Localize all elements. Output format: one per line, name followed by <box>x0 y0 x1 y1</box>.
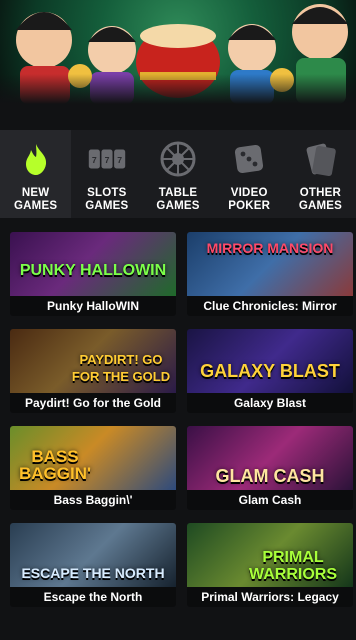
game-title: Glam Cash <box>187 490 353 510</box>
game-logo: ESCAPE THE NORTH <box>21 565 165 581</box>
game-title: Galaxy Blast <box>187 393 353 413</box>
game-title: Clue Chronicles: Mirror <box>187 296 353 316</box>
hero-banner <box>0 0 356 104</box>
game-title: Primal Warriors: Legacy <box>187 587 353 607</box>
category-new-games[interactable]: NEW GAMES <box>0 130 72 218</box>
dice-icon <box>230 140 268 178</box>
game-logo: PUNKY HALLOWIN <box>19 262 167 279</box>
game-logo: MIRROR MANSION <box>206 240 334 256</box>
game-logo: GALAXY BLAST <box>200 361 340 381</box>
svg-text:7: 7 <box>92 155 97 165</box>
slot-reels-icon: 7 7 7 <box>88 140 126 178</box>
category-bar: NEW GAMES 7 7 7 SLOTS GAMES TABLE GAMES … <box>0 130 356 218</box>
game-logo: BASS BAGGIN' <box>18 447 92 483</box>
game-tile[interactable]: GLAM CASH Glam Cash <box>187 426 353 510</box>
game-tile[interactable]: MIRROR MANSION Clue Chronicles: Mirror <box>187 232 353 316</box>
category-other-games[interactable]: OTHER GAMES <box>285 130 356 218</box>
game-tile[interactable]: ESCAPE THE NORTH Escape the North <box>10 523 176 607</box>
game-title: Punky HalloWIN <box>10 296 176 316</box>
game-tile[interactable]: PRIMAL WARRIORS Primal Warriors: Legacy <box>187 523 353 607</box>
game-tile[interactable]: GALAXY BLAST Galaxy Blast <box>187 329 353 413</box>
game-tile[interactable]: PUNKY HALLOWIN Punky HalloWIN <box>10 232 176 316</box>
game-logo: GLAM CASH <box>215 466 325 486</box>
category-label: VIDEO POKER <box>228 187 271 212</box>
flame-icon <box>17 140 55 178</box>
category-table-games[interactable]: TABLE GAMES <box>142 130 213 218</box>
game-logo: PRIMAL WARRIORS <box>249 549 337 583</box>
category-slots-games[interactable]: 7 7 7 SLOTS GAMES <box>71 130 142 218</box>
roulette-wheel-icon <box>159 140 197 178</box>
game-title: Escape the North <box>10 587 176 607</box>
svg-text:7: 7 <box>104 155 109 165</box>
category-label: SLOTS GAMES <box>85 187 129 212</box>
game-tile[interactable]: PAYDIRT! GO FOR THE GOLD Paydirt! Go for… <box>10 329 176 413</box>
category-video-poker[interactable]: VIDEO POKER <box>214 130 285 218</box>
category-label: OTHER GAMES <box>298 187 342 212</box>
game-logo: PAYDIRT! GO FOR THE GOLD <box>71 352 171 384</box>
game-title: Bass Baggin\' <box>10 490 176 510</box>
game-title: Paydirt! Go for the Gold <box>10 393 176 413</box>
cards-icon <box>301 140 339 178</box>
category-label: NEW GAMES <box>14 187 58 212</box>
svg-text:7: 7 <box>117 155 122 165</box>
game-tile[interactable]: BASS BAGGIN' Bass Baggin\' <box>10 426 176 510</box>
game-grid: PUNKY HALLOWIN Punky HalloWIN MIRROR MAN… <box>10 232 353 607</box>
category-label: TABLE GAMES <box>156 187 200 212</box>
